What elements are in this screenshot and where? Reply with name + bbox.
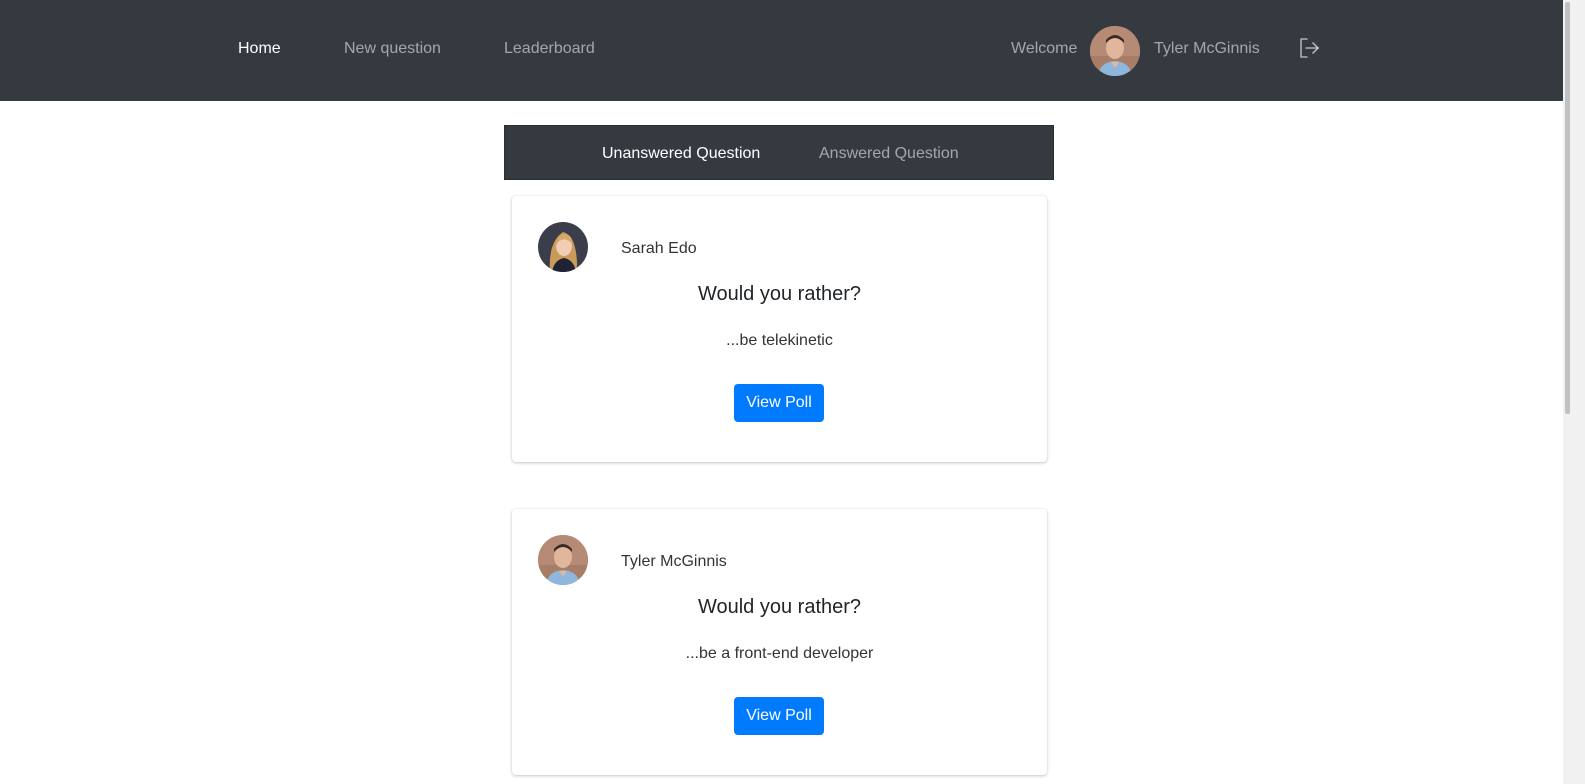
view-poll-button[interactable]: View Poll	[734, 697, 824, 735]
question-title: Would you rather?	[697, 596, 862, 618]
tab-answered-question[interactable]: Answered Question	[819, 144, 959, 164]
author-avatar-image	[538, 222, 588, 272]
question-author: Tyler McGinnis	[621, 553, 727, 570]
question-card: Tyler McGinnis Would you rather? ...be a…	[512, 509, 1047, 775]
logout-icon[interactable]	[1297, 36, 1321, 60]
author-avatar	[538, 535, 588, 585]
question-option: ...be a front-end developer	[685, 645, 874, 662]
author-avatar	[538, 222, 588, 272]
question-title: Would you rather?	[697, 283, 862, 305]
question-option: ...be telekinetic	[726, 332, 833, 349]
user-name: Tyler McGinnis	[1154, 40, 1260, 57]
nav-home-link[interactable]: Home	[238, 39, 281, 59]
author-avatar-image	[538, 535, 588, 585]
scrollbar-thumb[interactable]	[1565, 2, 1570, 414]
tab-unanswered-question[interactable]: Unanswered Question	[602, 144, 760, 164]
top-navbar: Home New question Leaderboard Welcome Ty…	[0, 0, 1563, 101]
question-tabs: Unanswered Question Answered Question	[504, 125, 1054, 180]
welcome-label: Welcome	[1011, 40, 1078, 57]
user-avatar-image	[1090, 26, 1140, 76]
question-author: Sarah Edo	[621, 240, 697, 257]
nav-leaderboard-link[interactable]: Leaderboard	[504, 39, 595, 59]
view-poll-button[interactable]: View Poll	[734, 384, 824, 422]
nav-new-question-link[interactable]: New question	[344, 39, 441, 59]
user-avatar	[1090, 26, 1140, 76]
question-card: Sarah Edo Would you rather? ...be teleki…	[512, 196, 1047, 462]
